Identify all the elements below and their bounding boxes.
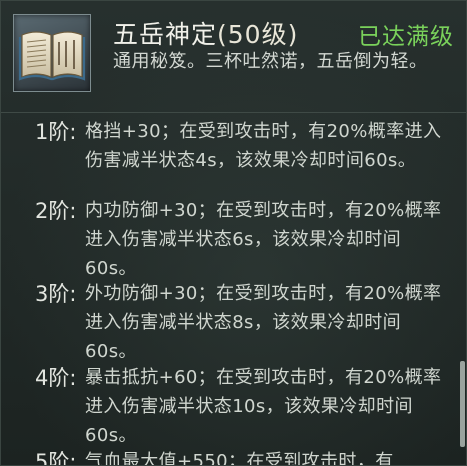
tier-text: 暴击抵抗+60；在受到攻击时，有20%概率进入伤害减半状态10s，该效果冷却时间…	[85, 367, 442, 446]
tier-text: 格挡+30；在受到攻击时，有20%概率进入伤害减半状态4s，该效果冷却时间60s…	[85, 121, 442, 171]
tier-label: 3阶:	[35, 282, 77, 306]
tier-text: 内功防御+30；在受到攻击时，有20%概率进入伤害减半状态6s，该效果冷却时间6…	[85, 200, 442, 279]
item-tooltip: 五岳神定(50级) 已达满级 通用秘笈。三杯吐然诺，五岳倒为轻。 1阶: 格挡+…	[0, 0, 467, 466]
item-name: 五岳神定	[113, 20, 218, 49]
item-level: (50级)	[217, 20, 299, 49]
tier-label: 2阶:	[35, 199, 77, 223]
tier-list[interactable]: 1阶: 格挡+30；在受到攻击时，有20%概率进入伤害减半状态4s，该效果冷却时…	[1, 113, 457, 466]
item-icon-frame	[13, 14, 91, 92]
tier-label: 4阶:	[35, 366, 77, 390]
tier-label: 5阶:	[35, 450, 77, 466]
max-level-status: 已达满级	[358, 24, 454, 50]
tooltip-header: 五岳神定(50级) 已达满级 通用秘笈。三杯吐然诺，五岳倒为轻。	[1, 1, 466, 113]
tier-text: 气血最大值+550；在受到攻击时，有	[85, 451, 394, 466]
item-description: 通用秘笈。三杯吐然诺，五岳倒为轻。	[113, 51, 428, 72]
tier-label: 1阶:	[35, 120, 77, 144]
tier-text: 外功防御+30；在受到攻击时，有20%概率进入伤害减半状态8s，该效果冷却时间6…	[85, 283, 442, 362]
scrollbar-thumb[interactable]	[460, 361, 465, 447]
item-title: 五岳神定(50级)	[113, 15, 298, 51]
